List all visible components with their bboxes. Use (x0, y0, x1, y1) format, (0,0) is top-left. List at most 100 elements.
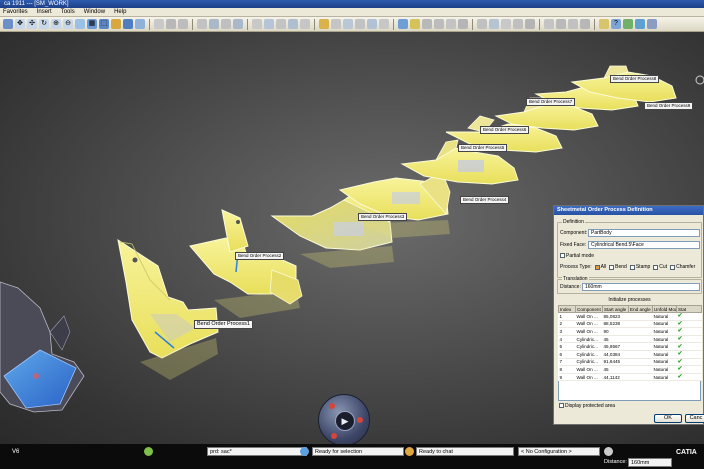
hole-icon[interactable] (264, 19, 274, 29)
table-row[interactable]: 1 Wall On ... 85,0823 Natural ✔ (558, 312, 702, 321)
shading-icon[interactable] (111, 19, 121, 29)
zoom-out-icon[interactable]: ⊖ (63, 19, 73, 29)
partial-mode-checkbox[interactable]: Partial mode (560, 253, 594, 259)
point-icon[interactable] (379, 19, 389, 29)
table-row[interactable]: 5 Cylindric... 45,9567 Natural ✔ (558, 342, 702, 351)
column-index[interactable]: Index (558, 305, 576, 313)
ok-button[interactable]: OK (654, 414, 682, 423)
lock-icon[interactable] (599, 19, 609, 29)
leader-bend-process-6[interactable]: Bend Order Process6 (480, 126, 530, 134)
corner-relief-icon[interactable] (276, 19, 286, 29)
table-row[interactable]: 9 Wall On ... 44,1142 Natural ✔ (558, 373, 702, 382)
hide-show-icon[interactable] (123, 19, 133, 29)
cancel-button[interactable]: Canc (685, 414, 704, 423)
process-type-all[interactable]: All (594, 264, 606, 270)
checkbox-icon[interactable] (629, 264, 635, 270)
leader-bend-process-3[interactable]: Bend Order Process3 (358, 213, 408, 221)
column-end-angle[interactable]: End angle (628, 305, 653, 313)
table-row[interactable]: 4 Cylindric... 45 Natural ✔ (558, 335, 702, 344)
leader-bend-process-1[interactable]: Bend Order Process1 (194, 320, 253, 329)
sketch-icon[interactable] (355, 19, 365, 29)
display-protected-checkbox[interactable]: Display protected area (559, 403, 615, 409)
hem-icon[interactable] (233, 19, 243, 29)
reaction-icon[interactable] (580, 19, 590, 29)
flange-icon[interactable] (221, 19, 231, 29)
config-arrow-icon[interactable] (604, 447, 613, 456)
table-row[interactable]: 6 Cylindric... 44,0384 Natural ✔ (558, 350, 702, 359)
sheet-parameters-icon[interactable] (154, 19, 164, 29)
chat-icon[interactable] (405, 447, 414, 456)
leader-bend-process-9[interactable]: Bend Order Process9 (644, 102, 694, 110)
leader-bend-process-8[interactable]: Bend Order Process8 (610, 75, 660, 83)
normal-view-icon[interactable] (75, 19, 85, 29)
column-status[interactable]: Stat (676, 305, 702, 313)
checkbox-icon[interactable] (653, 264, 659, 270)
checkbox-checked-icon[interactable] (594, 264, 600, 270)
knowledge-icon[interactable] (489, 19, 499, 29)
table-row[interactable]: 2 Wall On ... 88,5238 Natural ✔ (558, 320, 702, 329)
checkbox-icon[interactable] (609, 264, 615, 270)
component-field[interactable]: PartBody (588, 229, 700, 237)
play-icon[interactable]: ▶ (335, 411, 355, 431)
leader-bend-process-7[interactable]: Bend Order Process7 (526, 98, 576, 106)
menu-help[interactable]: Help (114, 9, 126, 15)
publish-icon[interactable] (458, 19, 468, 29)
checkbox-icon[interactable] (559, 403, 564, 409)
compass-dot-icon[interactable] (329, 403, 335, 409)
column-component[interactable]: Component (575, 305, 603, 313)
check-icon[interactable] (568, 19, 578, 29)
measure-icon[interactable] (343, 19, 353, 29)
navigation-compass[interactable]: ▶ (318, 394, 370, 444)
stamp-icon[interactable] (288, 19, 298, 29)
session-icon[interactable] (144, 447, 153, 456)
bend-icon[interactable] (166, 19, 176, 29)
menu-tools[interactable]: Tools (61, 9, 75, 15)
cut-out-icon[interactable] (252, 19, 262, 29)
selection-icon[interactable] (300, 447, 309, 456)
table-row[interactable]: 7 Cylindric... 91,6445 Natural ✔ (558, 358, 702, 367)
configuration-dropdown[interactable]: < No Configuration > (518, 447, 600, 456)
formula-icon[interactable] (513, 19, 523, 29)
checkbox-icon[interactable] (670, 264, 676, 270)
process-type-stamp[interactable]: Stamp (629, 264, 650, 270)
plane-icon[interactable] (367, 19, 377, 29)
help-icon[interactable]: ? (611, 19, 621, 29)
extrusion-icon[interactable] (209, 19, 219, 29)
grid-icon[interactable] (623, 19, 633, 29)
compass-dot-icon[interactable] (357, 417, 363, 423)
initialize-processes-label[interactable]: Initialize processes (558, 297, 701, 304)
pattern-icon[interactable] (300, 19, 310, 29)
order-process-icon[interactable] (319, 19, 329, 29)
law-icon[interactable] (556, 19, 566, 29)
parameters-icon[interactable] (501, 19, 511, 29)
table-row[interactable]: 8 Wall On ... 45 Natural ✔ (558, 365, 702, 374)
fixed-face-field[interactable]: Cylindrical Bend.5\Face (588, 241, 700, 249)
tools-icon[interactable] (446, 19, 456, 29)
process-type-cut[interactable]: Cut (653, 264, 667, 270)
column-start-angle[interactable]: Start angle (602, 305, 629, 313)
fold-unfold-icon[interactable] (331, 19, 341, 29)
wall-icon[interactable] (197, 19, 207, 29)
leader-bend-process-5[interactable]: Bend Order Process5 (458, 144, 508, 152)
partial-mode-box[interactable] (560, 253, 565, 259)
update-icon[interactable] (410, 19, 420, 29)
menu-insert[interactable]: Insert (37, 9, 52, 15)
menu-favorites[interactable]: Favorites (3, 9, 28, 15)
unfold-icon[interactable] (178, 19, 188, 29)
iso-view-icon[interactable]: ⬚ (99, 19, 109, 29)
command-input[interactable]: prd: sac* (207, 447, 307, 456)
column-unfold-mode[interactable]: Unfold Mode (652, 305, 677, 313)
pan-icon[interactable]: ✣ (27, 19, 37, 29)
zoom-in-icon[interactable]: ⊕ (51, 19, 61, 29)
design-table-icon[interactable] (544, 19, 554, 29)
rotate-icon[interactable]: ↻ (39, 19, 49, 29)
swap-space-icon[interactable] (135, 19, 145, 29)
refresh-icon[interactable] (647, 19, 657, 29)
menu-window[interactable]: Window (84, 9, 105, 15)
scan-icon[interactable] (434, 19, 444, 29)
fit-all-icon[interactable]: ✥ (15, 19, 25, 29)
distance-field[interactable]: 160mm (582, 283, 700, 291)
fly-mode-icon[interactable] (3, 19, 13, 29)
rule-icon[interactable] (525, 19, 535, 29)
apply-material-icon[interactable] (398, 19, 408, 29)
